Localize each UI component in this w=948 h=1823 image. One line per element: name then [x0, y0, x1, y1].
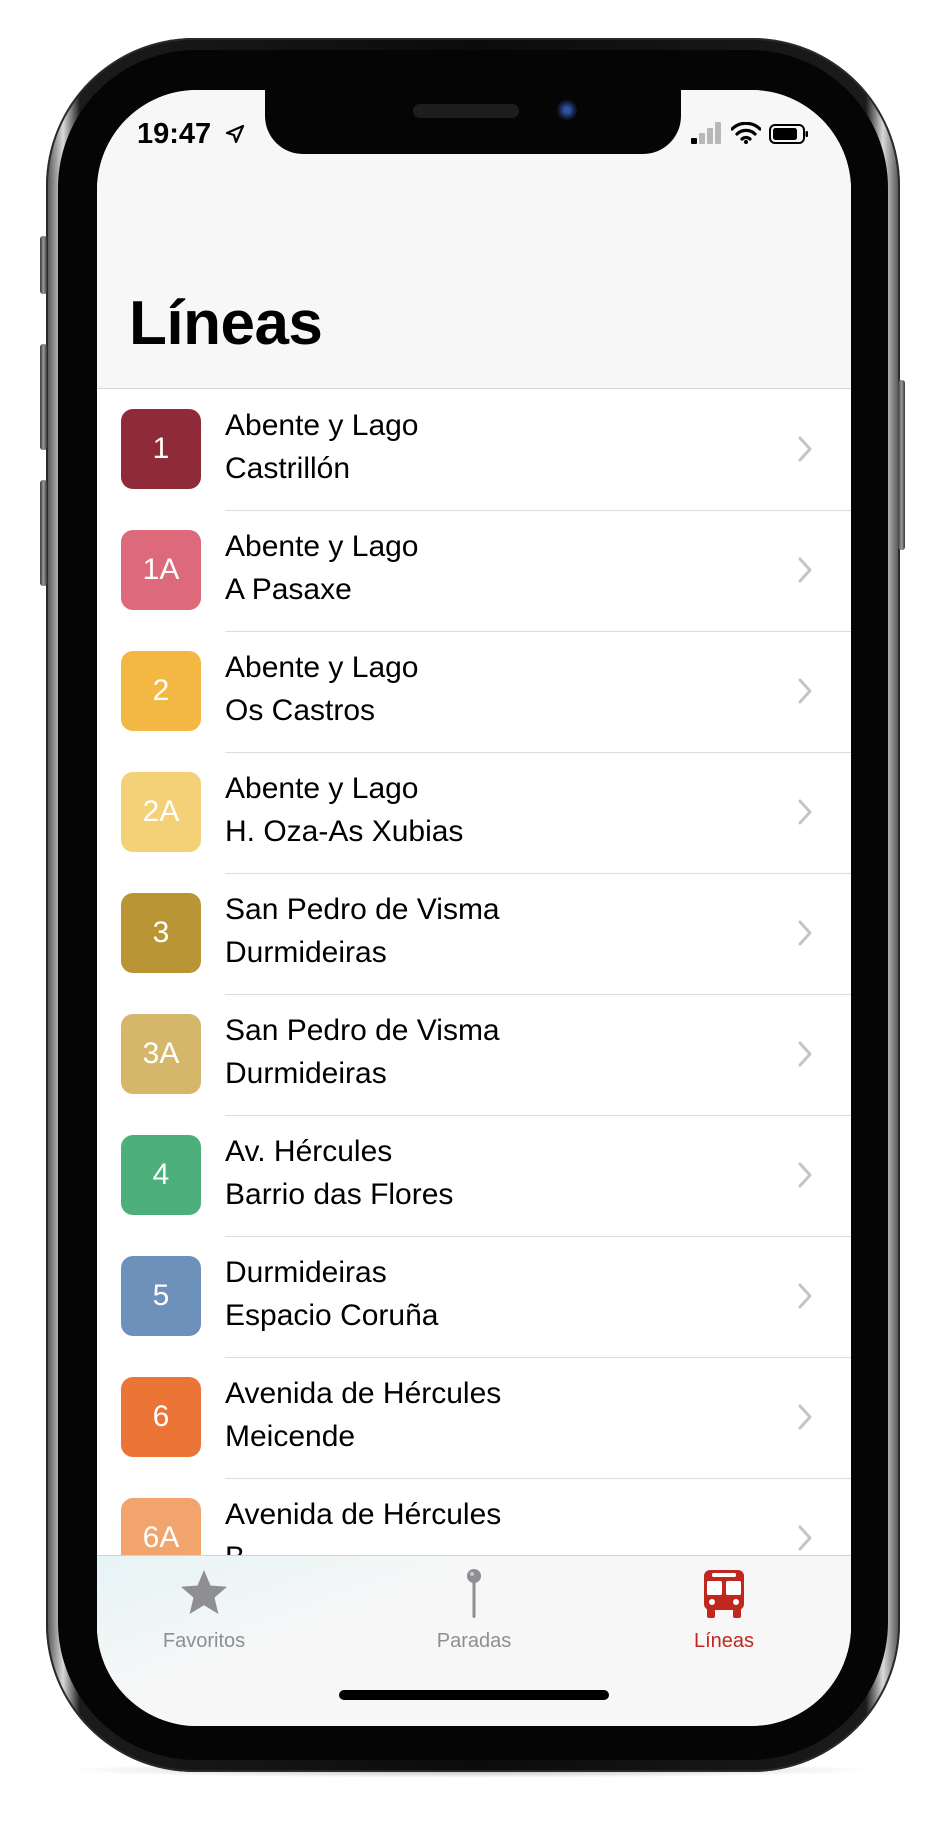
- route-origin: Av. Hércules: [225, 1135, 393, 1168]
- line-badge: 2A: [121, 772, 201, 852]
- lines-list: 1 Abente y Lago Castrillón 1A Abente y Lago A…: [97, 389, 851, 1555]
- chevron-right-icon: [798, 920, 812, 946]
- line-badge: 4: [121, 1135, 201, 1215]
- tab-paradas[interactable]: Paradas: [384, 1556, 564, 1666]
- line-badge: 5: [121, 1256, 201, 1336]
- line-row[interactable]: 3 San Pedro de Visma Durmideiras: [97, 873, 851, 994]
- line-badge: 3A: [121, 1014, 201, 1094]
- line-row[interactable]: 1 Abente y Lago Castrillón: [97, 389, 851, 510]
- chevron-right-icon: [798, 1525, 812, 1551]
- tab-label: Paradas: [436, 1630, 512, 1652]
- tab-label: Favoritos: [162, 1630, 246, 1652]
- line-row[interactable]: 6 Avenida de Hércules Meicende: [97, 1357, 851, 1478]
- chevron-right-icon: [798, 436, 812, 462]
- route-destination: B...: [225, 1541, 270, 1555]
- chevron-right-icon: [798, 1162, 812, 1188]
- wifi-icon: [731, 122, 761, 144]
- route-origin: San Pedro de Visma: [225, 893, 500, 926]
- route-origin: Abente y Lago: [225, 530, 419, 563]
- tab-lineas[interactable]: Líneas: [634, 1556, 814, 1666]
- line-badge: 1A: [121, 530, 201, 610]
- chevron-right-icon: [798, 557, 812, 583]
- line-row[interactable]: 5 Durmideiras Espacio Coruña: [97, 1236, 851, 1357]
- route-destination: Barrio das Flores: [225, 1178, 454, 1211]
- line-row[interactable]: 2A Abente y Lago H. Oza-As Xubias: [97, 752, 851, 873]
- tab-bar: Favoritos Paradas Líneas: [97, 1555, 851, 1726]
- route-origin: Abente y Lago: [225, 409, 419, 442]
- status-time: 19:47: [137, 118, 212, 150]
- chevron-right-icon: [798, 1041, 812, 1067]
- chevron-right-icon: [798, 799, 812, 825]
- battery-icon: [769, 124, 808, 144]
- route-origin: San Pedro de Visma: [225, 1014, 500, 1047]
- chevron-right-icon: [798, 678, 812, 704]
- page-title: Líneas: [129, 289, 323, 358]
- line-row[interactable]: 3A San Pedro de Visma Durmideiras: [97, 994, 851, 1115]
- route-origin: Abente y Lago: [225, 651, 419, 684]
- bus-icon: [704, 1570, 744, 1618]
- route-origin: Abente y Lago: [225, 772, 419, 805]
- route-origin: Avenida de Hércules: [225, 1377, 502, 1410]
- line-row[interactable]: 2 Abente y Lago Os Castros: [97, 631, 851, 752]
- route-destination: H. Oza-As Xubias: [225, 815, 464, 848]
- route-origin: Avenida de Hércules: [225, 1498, 502, 1531]
- line-row[interactable]: 4 Av. Hércules Barrio das Flores: [97, 1115, 851, 1236]
- power-button: [898, 380, 905, 550]
- volume-up-button: [40, 344, 47, 450]
- cellular-signal-icon: [691, 122, 721, 144]
- route-destination: Castrillón: [225, 452, 351, 485]
- route-destination: Meicende: [225, 1420, 356, 1453]
- line-row[interactable]: 6A Avenida de Hércules B...: [97, 1478, 851, 1555]
- notch: [265, 90, 681, 154]
- tab-label: Líneas: [693, 1630, 755, 1652]
- route-destination: Espacio Coruña: [225, 1299, 439, 1332]
- line-badge: 1: [121, 409, 201, 489]
- location-arrow-icon: [225, 124, 245, 144]
- line-row[interactable]: 1A Abente y Lago A Pasaxe: [97, 510, 851, 631]
- route-destination: Durmideiras: [225, 936, 387, 969]
- route-origin: Durmideiras: [225, 1256, 387, 1289]
- stop-pin-icon: [467, 1569, 481, 1618]
- route-destination: A Pasaxe: [225, 573, 352, 606]
- line-badge: 6A: [121, 1498, 201, 1555]
- tab-favoritos[interactable]: Favoritos: [114, 1556, 294, 1666]
- star-icon: [181, 1570, 227, 1614]
- route-destination: Durmideiras: [225, 1057, 387, 1090]
- line-badge: 2: [121, 651, 201, 731]
- route-destination: Os Castros: [225, 694, 376, 727]
- line-badge: 3: [121, 893, 201, 973]
- home-indicator[interactable]: [339, 1690, 609, 1700]
- line-badge: 6: [121, 1377, 201, 1457]
- screen: Líneas 19:47 1 Abente y Lago Castrillón 1A A…: [97, 90, 851, 1726]
- silent-switch: [40, 236, 47, 294]
- volume-down-button: [40, 480, 47, 586]
- chevron-right-icon: [798, 1283, 812, 1309]
- chevron-right-icon: [798, 1404, 812, 1430]
